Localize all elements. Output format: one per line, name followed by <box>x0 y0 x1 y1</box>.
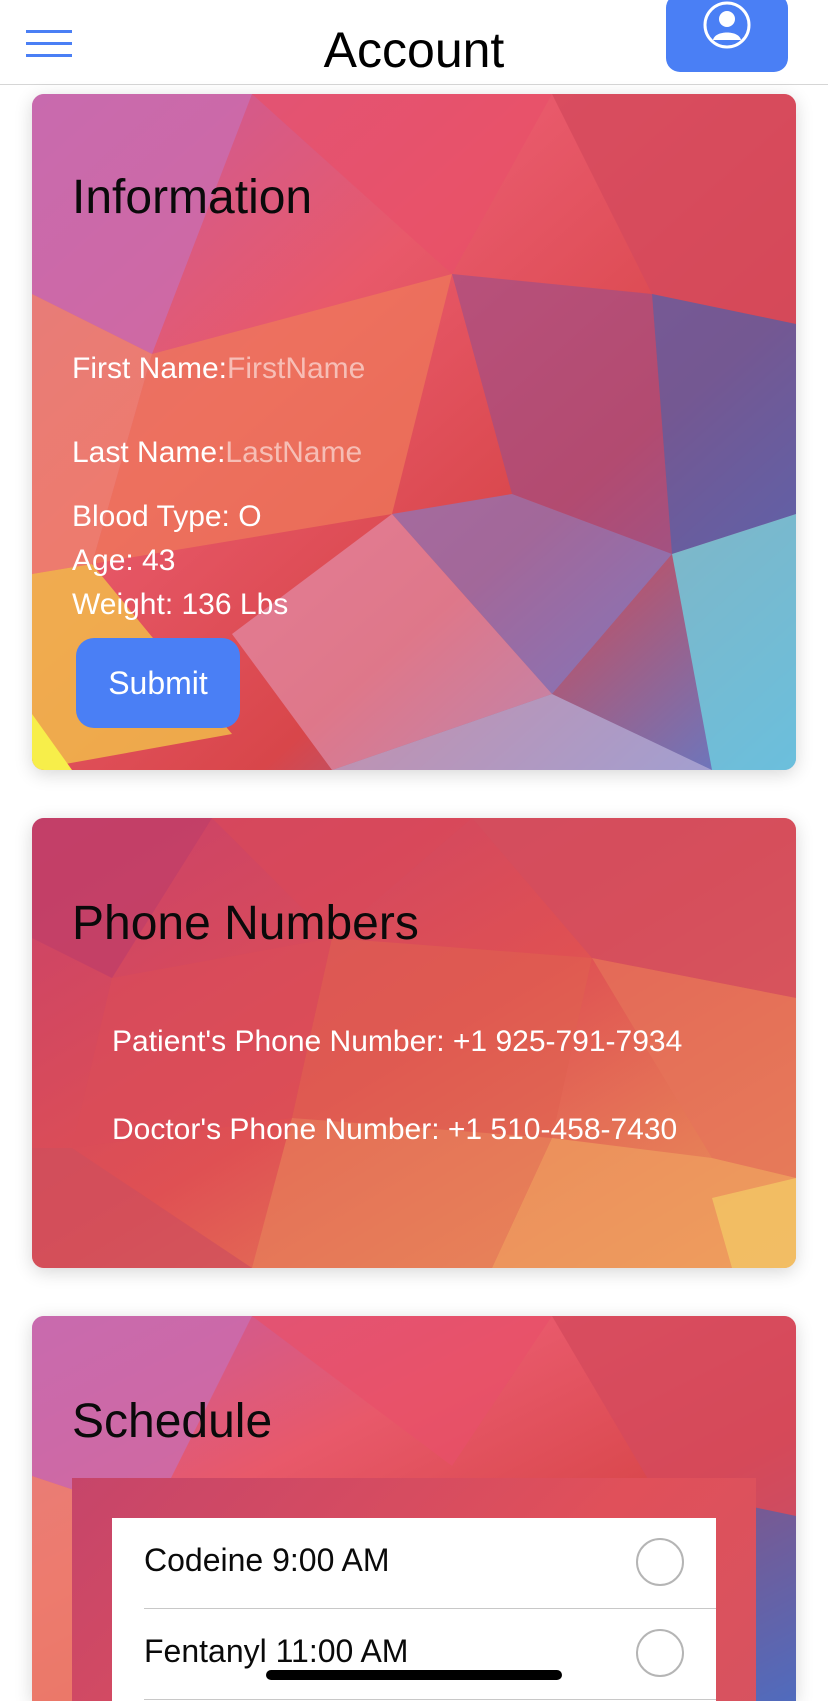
last-name-label: Last Name: <box>72 436 226 469</box>
home-indicator <box>266 1670 562 1680</box>
schedule-item-radio[interactable] <box>636 1538 684 1586</box>
doctor-phone-number: Doctor's Phone Number: +1 510-458-7430 <box>112 1113 678 1146</box>
weight-text: Weight: 136 Lbs <box>72 588 289 621</box>
first-name-input[interactable] <box>227 352 528 386</box>
app-header: Account <box>0 0 828 85</box>
schedule-item-codeine[interactable]: Codeine 9:00 AM <box>144 1518 716 1609</box>
schedule-card: Schedule Codeine 9:00 AM Fentanyl 11:00 … <box>32 1316 796 1701</box>
submit-button[interactable]: Submit <box>76 638 240 728</box>
patient-phone-number: Patient's Phone Number: +1 925-791-7934 <box>112 1025 683 1058</box>
schedule-item-label: Fentanyl 11:00 AM <box>144 1633 409 1669</box>
blood-type-text: Blood Type: O <box>72 500 262 533</box>
last-name-row: Last Name: <box>72 436 526 470</box>
last-name-input[interactable] <box>225 436 526 470</box>
information-card: Information First Name: Last Name: Blood… <box>32 94 796 770</box>
user-profile-icon <box>703 1 751 49</box>
schedule-item-fentanyl[interactable]: Fentanyl 11:00 AM <box>144 1609 716 1700</box>
first-name-label: First Name: <box>72 352 228 385</box>
profile-button[interactable] <box>666 0 788 72</box>
schedule-title: Schedule <box>72 1395 273 1448</box>
phone-numbers-title: Phone Numbers <box>72 897 419 950</box>
first-name-row: First Name: <box>72 352 528 386</box>
phone-numbers-card: Phone Numbers Patient's Phone Number: +1… <box>32 818 796 1268</box>
schedule-item-radio[interactable] <box>636 1629 684 1677</box>
age-text: Age: 43 <box>72 544 176 577</box>
information-title: Information <box>72 171 313 224</box>
schedule-item-label: Codeine 9:00 AM <box>144 1542 390 1578</box>
